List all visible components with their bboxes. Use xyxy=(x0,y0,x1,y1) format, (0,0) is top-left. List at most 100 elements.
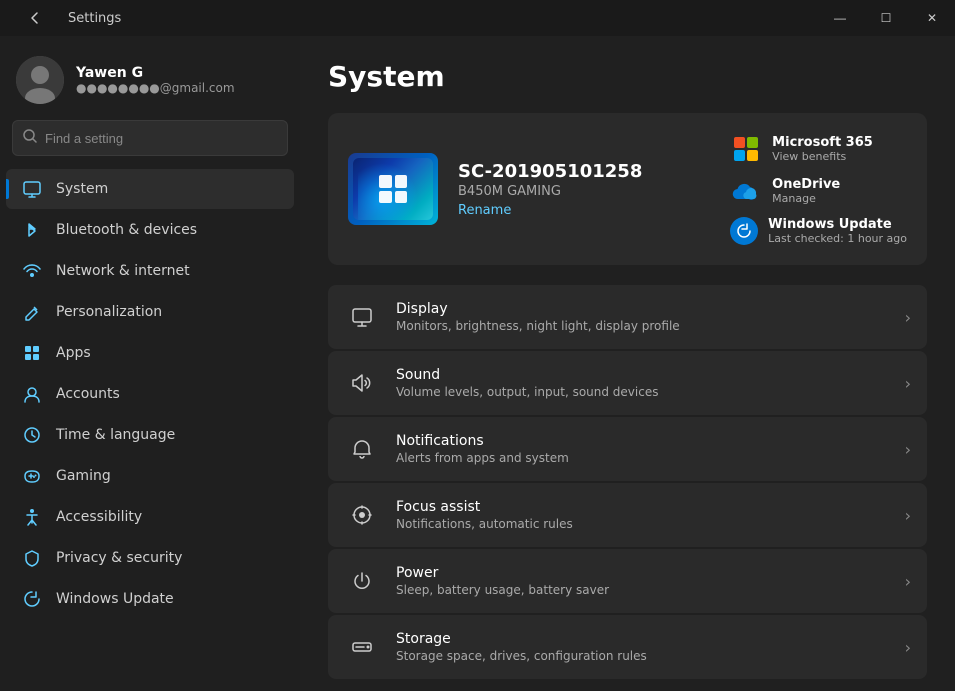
display-chevron: › xyxy=(905,308,911,327)
update-icon xyxy=(22,589,42,609)
sidebar-item-bluetooth[interactable]: Bluetooth & devices xyxy=(6,210,294,250)
sidebar-label-apps: Apps xyxy=(56,345,91,361)
sidebar-item-gaming[interactable]: Gaming xyxy=(6,456,294,496)
titlebar: Settings — ☐ ✕ xyxy=(0,0,955,36)
close-button[interactable]: ✕ xyxy=(909,0,955,36)
sound-chevron: › xyxy=(905,374,911,393)
minimize-button[interactable]: — xyxy=(817,0,863,36)
microsoft365-sub: View benefits xyxy=(772,150,873,163)
sidebar-label-gaming: Gaming xyxy=(56,468,111,484)
network-icon xyxy=(22,261,42,281)
time-icon xyxy=(22,425,42,445)
notifications-chevron: › xyxy=(905,440,911,459)
user-profile[interactable]: Yawen G ●●●●●●●●@gmail.com xyxy=(0,36,300,120)
sidebar-label-bluetooth: Bluetooth & devices xyxy=(56,222,197,238)
sidebar-label-accessibility: Accessibility xyxy=(56,509,142,525)
sidebar-label-accounts: Accounts xyxy=(56,386,120,402)
search-icon xyxy=(23,129,37,147)
settings-item-display[interactable]: Display Monitors, brightness, night ligh… xyxy=(328,285,927,349)
settings-item-storage[interactable]: Storage Storage space, drives, configura… xyxy=(328,615,927,679)
titlebar-title: Settings xyxy=(68,11,121,26)
settings-item-sound[interactable]: Sound Volume levels, output, input, soun… xyxy=(328,351,927,415)
app-body: Yawen G ●●●●●●●●@gmail.com xyxy=(0,36,955,691)
avatar xyxy=(16,56,64,104)
sidebar-item-accounts[interactable]: Accounts xyxy=(6,374,294,414)
display-title: Display xyxy=(396,301,889,317)
device-name: SC-201905101258 xyxy=(458,161,710,182)
titlebar-left: Settings xyxy=(12,0,121,36)
sidebar-item-network[interactable]: Network & internet xyxy=(6,251,294,291)
sound-icon xyxy=(344,365,380,401)
device-image xyxy=(348,153,438,225)
sidebar-label-network: Network & internet xyxy=(56,263,190,279)
sidebar-nav: System Bluetooth & devices xyxy=(0,168,300,620)
user-name: Yawen G xyxy=(76,65,235,81)
sidebar-item-time[interactable]: Time & language xyxy=(6,415,294,455)
display-text: Display Monitors, brightness, night ligh… xyxy=(396,301,889,333)
microsoft365-service[interactable]: Microsoft 365 View benefits xyxy=(730,133,907,165)
display-icon xyxy=(344,299,380,335)
back-button[interactable] xyxy=(12,0,58,36)
power-text: Power Sleep, battery usage, battery save… xyxy=(396,565,889,597)
storage-icon xyxy=(344,629,380,665)
main-content: System SC-201905101258 B4 xyxy=(300,36,955,691)
windows-update-text: Windows Update Last checked: 1 hour ago xyxy=(768,217,907,245)
sound-desc: Volume levels, output, input, sound devi… xyxy=(396,385,889,399)
sidebar-item-accessibility[interactable]: Accessibility xyxy=(6,497,294,537)
sidebar-item-system[interactable]: System xyxy=(6,169,294,209)
titlebar-controls: — ☐ ✕ xyxy=(817,0,955,36)
rename-button[interactable]: Rename xyxy=(458,203,511,218)
device-info: SC-201905101258 B450M GAMING Rename xyxy=(458,161,710,218)
microsoft365-icon xyxy=(730,133,762,165)
onedrive-service[interactable]: OneDrive Manage xyxy=(730,175,907,207)
power-icon xyxy=(344,563,380,599)
microsoft365-name: Microsoft 365 xyxy=(772,135,873,150)
device-model: B450M GAMING xyxy=(458,184,710,199)
accounts-icon xyxy=(22,384,42,404)
device-section: SC-201905101258 B450M GAMING Rename xyxy=(328,113,927,265)
sidebar-item-personalization[interactable]: Personalization xyxy=(6,292,294,332)
display-desc: Monitors, brightness, night light, displ… xyxy=(396,319,889,333)
storage-title: Storage xyxy=(396,631,889,647)
storage-text: Storage Storage space, drives, configura… xyxy=(396,631,889,663)
power-title: Power xyxy=(396,565,889,581)
personalization-icon xyxy=(22,302,42,322)
storage-desc: Storage space, drives, configuration rul… xyxy=(396,649,889,663)
apps-icon xyxy=(22,343,42,363)
accessibility-icon xyxy=(22,507,42,527)
onedrive-text: OneDrive Manage xyxy=(772,177,840,205)
sidebar: Yawen G ●●●●●●●●@gmail.com xyxy=(0,36,300,691)
onedrive-sub: Manage xyxy=(772,192,840,205)
focus-chevron: › xyxy=(905,506,911,525)
focus-title: Focus assist xyxy=(396,499,889,515)
page-title: System xyxy=(328,60,927,93)
gaming-icon xyxy=(22,466,42,486)
notifications-desc: Alerts from apps and system xyxy=(396,451,889,465)
bluetooth-icon xyxy=(22,220,42,240)
windows-update-service[interactable]: Windows Update Last checked: 1 hour ago xyxy=(730,217,907,245)
search-box[interactable] xyxy=(12,120,288,156)
windows-update-name: Windows Update xyxy=(768,217,907,232)
sidebar-label-update: Windows Update xyxy=(56,591,174,607)
settings-item-focus[interactable]: Focus assist Notifications, automatic ru… xyxy=(328,483,927,547)
notifications-title: Notifications xyxy=(396,433,889,449)
onedrive-name: OneDrive xyxy=(772,177,840,192)
settings-list: Display Monitors, brightness, night ligh… xyxy=(328,285,927,679)
privacy-icon xyxy=(22,548,42,568)
user-email: ●●●●●●●●@gmail.com xyxy=(76,81,235,95)
sidebar-item-privacy[interactable]: Privacy & security xyxy=(6,538,294,578)
search-input[interactable] xyxy=(45,131,277,146)
maximize-button[interactable]: ☐ xyxy=(863,0,909,36)
system-icon xyxy=(22,179,42,199)
sidebar-label-time: Time & language xyxy=(56,427,175,443)
storage-chevron: › xyxy=(905,638,911,657)
focus-text: Focus assist Notifications, automatic ru… xyxy=(396,499,889,531)
notifications-text: Notifications Alerts from apps and syste… xyxy=(396,433,889,465)
sidebar-item-apps[interactable]: Apps xyxy=(6,333,294,373)
sidebar-label-personalization: Personalization xyxy=(56,304,162,320)
power-desc: Sleep, battery usage, battery saver xyxy=(396,583,889,597)
sidebar-item-update[interactable]: Windows Update xyxy=(6,579,294,619)
power-chevron: › xyxy=(905,572,911,591)
settings-item-notifications[interactable]: Notifications Alerts from apps and syste… xyxy=(328,417,927,481)
settings-item-power[interactable]: Power Sleep, battery usage, battery save… xyxy=(328,549,927,613)
